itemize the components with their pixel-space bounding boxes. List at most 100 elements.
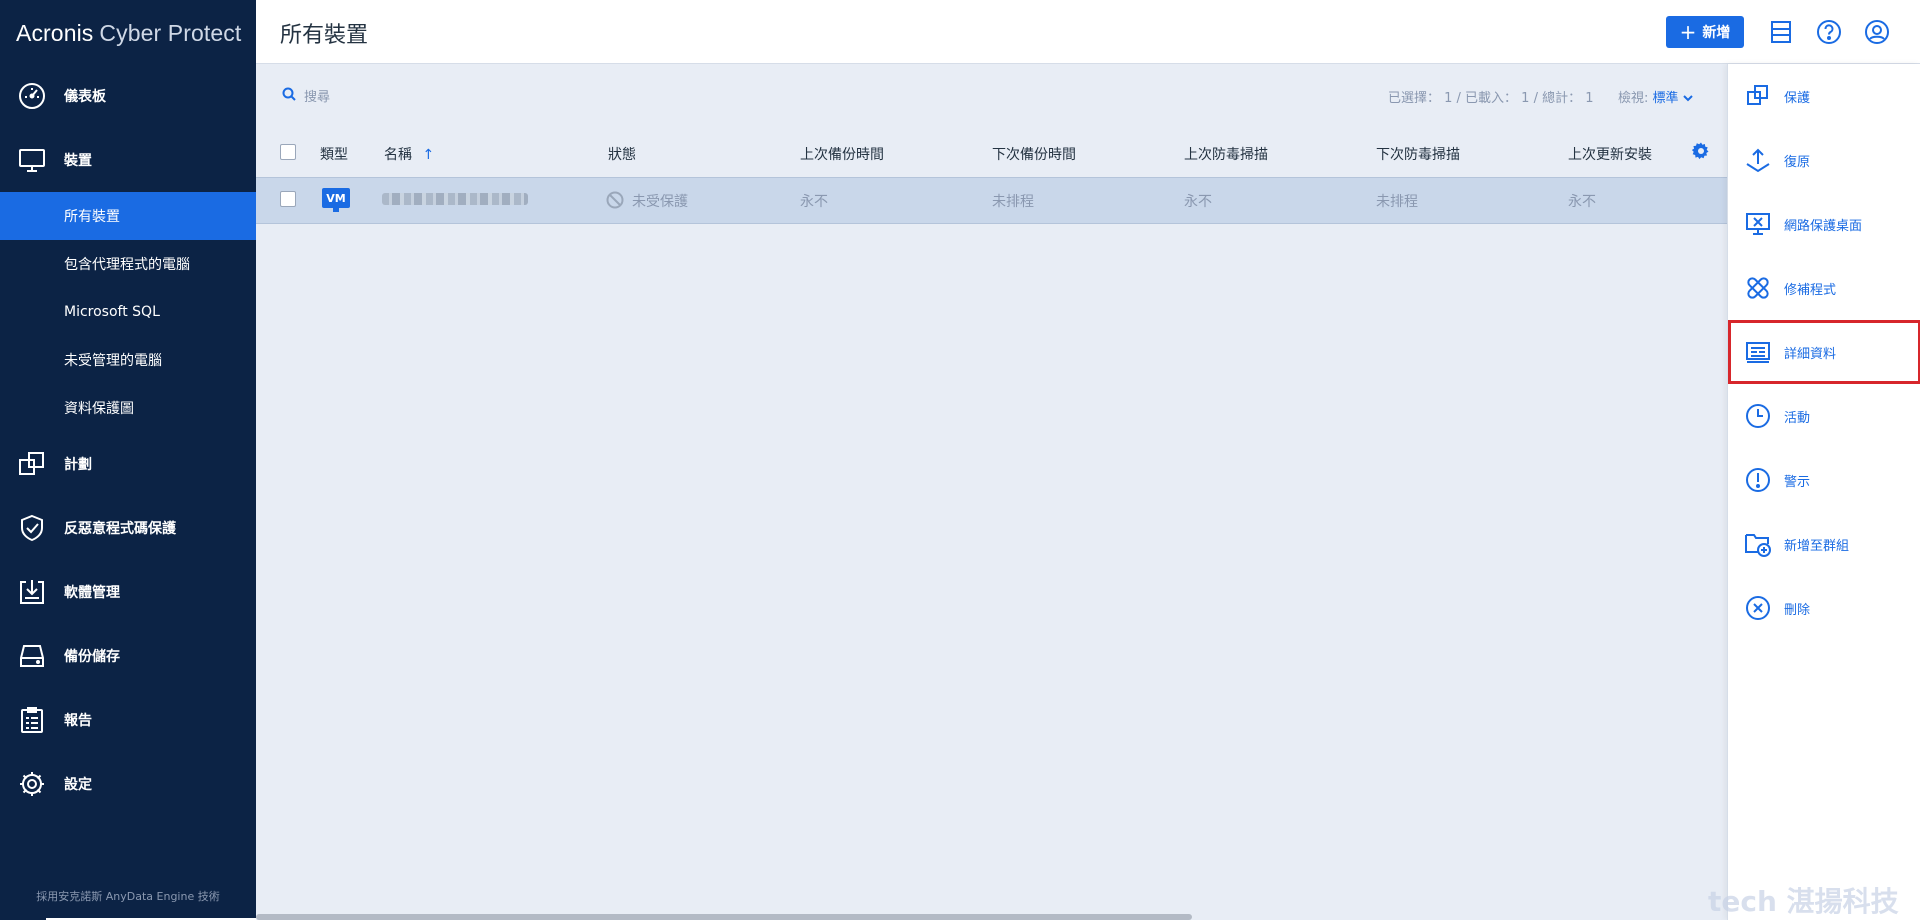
action-label: 刪除	[1784, 602, 1811, 618]
column-last-av-scan[interactable]: 上次防毒掃描	[1184, 144, 1268, 164]
view-value[interactable]: 標準	[1653, 91, 1679, 106]
action-patch[interactable]: 修補程式	[1728, 256, 1920, 320]
layout-toggle-icon[interactable]	[1768, 19, 1794, 45]
action-activities[interactable]: 活動	[1728, 384, 1920, 448]
action-details[interactable]: 詳細資料	[1728, 320, 1920, 384]
sidebar-item-all-devices[interactable]: 所有裝置	[0, 192, 256, 240]
sidebar-item-machines-with-agents[interactable]: 包含代理程式的電腦	[0, 240, 256, 288]
sub-label: 所有裝置	[64, 209, 120, 225]
brand-product: Cyber Protect	[99, 20, 242, 46]
account-icon[interactable]	[1864, 19, 1890, 45]
help-icon[interactable]	[1816, 19, 1842, 45]
cell-last-backup: 永不	[800, 194, 828, 210]
dashboard-icon	[16, 80, 48, 112]
column-type[interactable]: 類型	[320, 144, 348, 164]
cell-last-av-scan: 永不	[1184, 194, 1212, 210]
brand-name: Acronis	[16, 20, 94, 46]
delete-icon	[1744, 594, 1772, 622]
cell-last-update-install: 永不	[1568, 194, 1596, 210]
cell-next-av-scan: 未排程	[1376, 194, 1418, 210]
view-label: 檢視:	[1618, 91, 1649, 106]
action-recover[interactable]: 復原	[1728, 128, 1920, 192]
sub-label: 未受管理的電腦	[64, 353, 162, 369]
actions-panel: 保護 復原 網路保護桌面 修補程式 詳細資料 活動 警示 新增至群組 刪除	[1727, 64, 1920, 920]
column-status[interactable]: 狀態	[608, 144, 636, 164]
column-next-av-scan[interactable]: 下次防毒掃描	[1376, 144, 1460, 164]
nav-backup-storage[interactable]: 備份儲存	[0, 624, 256, 688]
column-name-label: 名稱	[384, 147, 412, 163]
action-label: 新增至群組	[1784, 538, 1850, 554]
gear-icon	[16, 768, 48, 800]
column-next-backup[interactable]: 下次備份時間	[992, 144, 1076, 164]
brand-logo: Acronis Cyber Protect	[16, 20, 241, 47]
select-all-checkbox[interactable]	[280, 144, 296, 160]
selection-stats: 已選擇： 1 / 已載入： 1 / 總計： 1	[1388, 91, 1594, 106]
sidebar-item-microsoft-sql[interactable]: Microsoft SQL	[0, 288, 256, 336]
vm-icon-stand	[333, 208, 339, 212]
nav-antimalware[interactable]: 反惡意程式碼保護	[0, 496, 256, 560]
action-protect[interactable]: 保護	[1728, 64, 1920, 128]
vm-icon: VM	[322, 188, 350, 208]
sidebar-item-unmanaged-machines[interactable]: 未受管理的電腦	[0, 336, 256, 384]
action-label: 網路保護桌面	[1784, 218, 1863, 234]
clock-icon	[1744, 402, 1772, 430]
action-label: 修補程式	[1784, 282, 1837, 298]
cell-next-backup: 未排程	[992, 194, 1034, 210]
patch-icon	[1744, 274, 1772, 302]
plus-icon: +	[1679, 20, 1697, 44]
search-placeholder: 搜尋	[304, 90, 331, 105]
nav-label: 儀表板	[64, 89, 106, 105]
view-selector[interactable]: 檢視: 標準	[1618, 87, 1693, 106]
search-box[interactable]: 搜尋	[282, 86, 330, 105]
sort-ascending-icon: ↑	[422, 147, 435, 163]
column-name[interactable]: 名稱 ↑	[384, 144, 434, 164]
status-badge: 未受保護	[632, 194, 688, 210]
action-label: 活動	[1784, 410, 1811, 426]
plans-icon	[16, 448, 48, 480]
nav-plans[interactable]: 計劃	[0, 432, 256, 496]
row-checkbox[interactable]	[280, 191, 296, 207]
nav-label: 反惡意程式碼保護	[64, 521, 176, 537]
nav-label: 設定	[64, 777, 92, 793]
recover-icon	[1744, 146, 1772, 174]
nav-dashboard[interactable]: 儀表板	[0, 64, 256, 128]
header: 所有裝置 + 新增	[256, 0, 1920, 64]
new-button-label: 新增	[1702, 25, 1731, 41]
clipboard-report-icon	[16, 704, 48, 736]
column-last-update-install[interactable]: 上次更新安裝	[1568, 144, 1652, 164]
nav-settings[interactable]: 設定	[0, 752, 256, 816]
desktop-protect-icon	[1744, 210, 1772, 238]
nav-devices[interactable]: 裝置	[0, 128, 256, 192]
storage-drive-icon	[16, 640, 48, 672]
horizontal-scrollbar[interactable]	[256, 914, 1192, 920]
add-to-group-icon	[1744, 530, 1772, 558]
details-icon	[1744, 338, 1772, 366]
nav-reports[interactable]: 報告	[0, 688, 256, 752]
action-add-to-group[interactable]: 新增至群組	[1728, 512, 1920, 576]
nav-label: 計劃	[64, 457, 92, 473]
not-protected-icon	[606, 191, 624, 213]
column-last-backup[interactable]: 上次備份時間	[800, 144, 884, 164]
redacted-device-name	[382, 193, 528, 205]
sub-label: 資料保護圖	[64, 401, 134, 417]
monitor-icon	[16, 144, 48, 176]
nav-software-management[interactable]: 軟體管理	[0, 560, 256, 624]
action-alerts[interactable]: 警示	[1728, 448, 1920, 512]
sidebar-item-data-protection-map[interactable]: 資料保護圖	[0, 384, 256, 432]
software-download-icon	[16, 576, 48, 608]
action-delete[interactable]: 刪除	[1728, 576, 1920, 640]
chevron-down-icon	[1682, 91, 1693, 106]
action-label: 詳細資料	[1784, 346, 1837, 362]
column-settings-gear-icon[interactable]	[1691, 142, 1710, 164]
sub-label: Microsoft SQL	[64, 304, 160, 320]
action-label: 保護	[1784, 90, 1811, 106]
action-label: 復原	[1784, 154, 1811, 170]
action-cyber-protect-desktop[interactable]: 網路保護桌面	[1728, 192, 1920, 256]
nav-label: 備份儲存	[64, 649, 120, 665]
sub-label: 包含代理程式的電腦	[64, 257, 190, 273]
nav-label: 報告	[64, 713, 92, 729]
new-button[interactable]: + 新增	[1666, 16, 1744, 48]
footer-text: 採用安克諾斯 AnyData Engine 技術	[36, 890, 220, 903]
watermark-logo: tech 湛揚科技	[1708, 885, 1899, 918]
alert-icon	[1744, 466, 1772, 494]
